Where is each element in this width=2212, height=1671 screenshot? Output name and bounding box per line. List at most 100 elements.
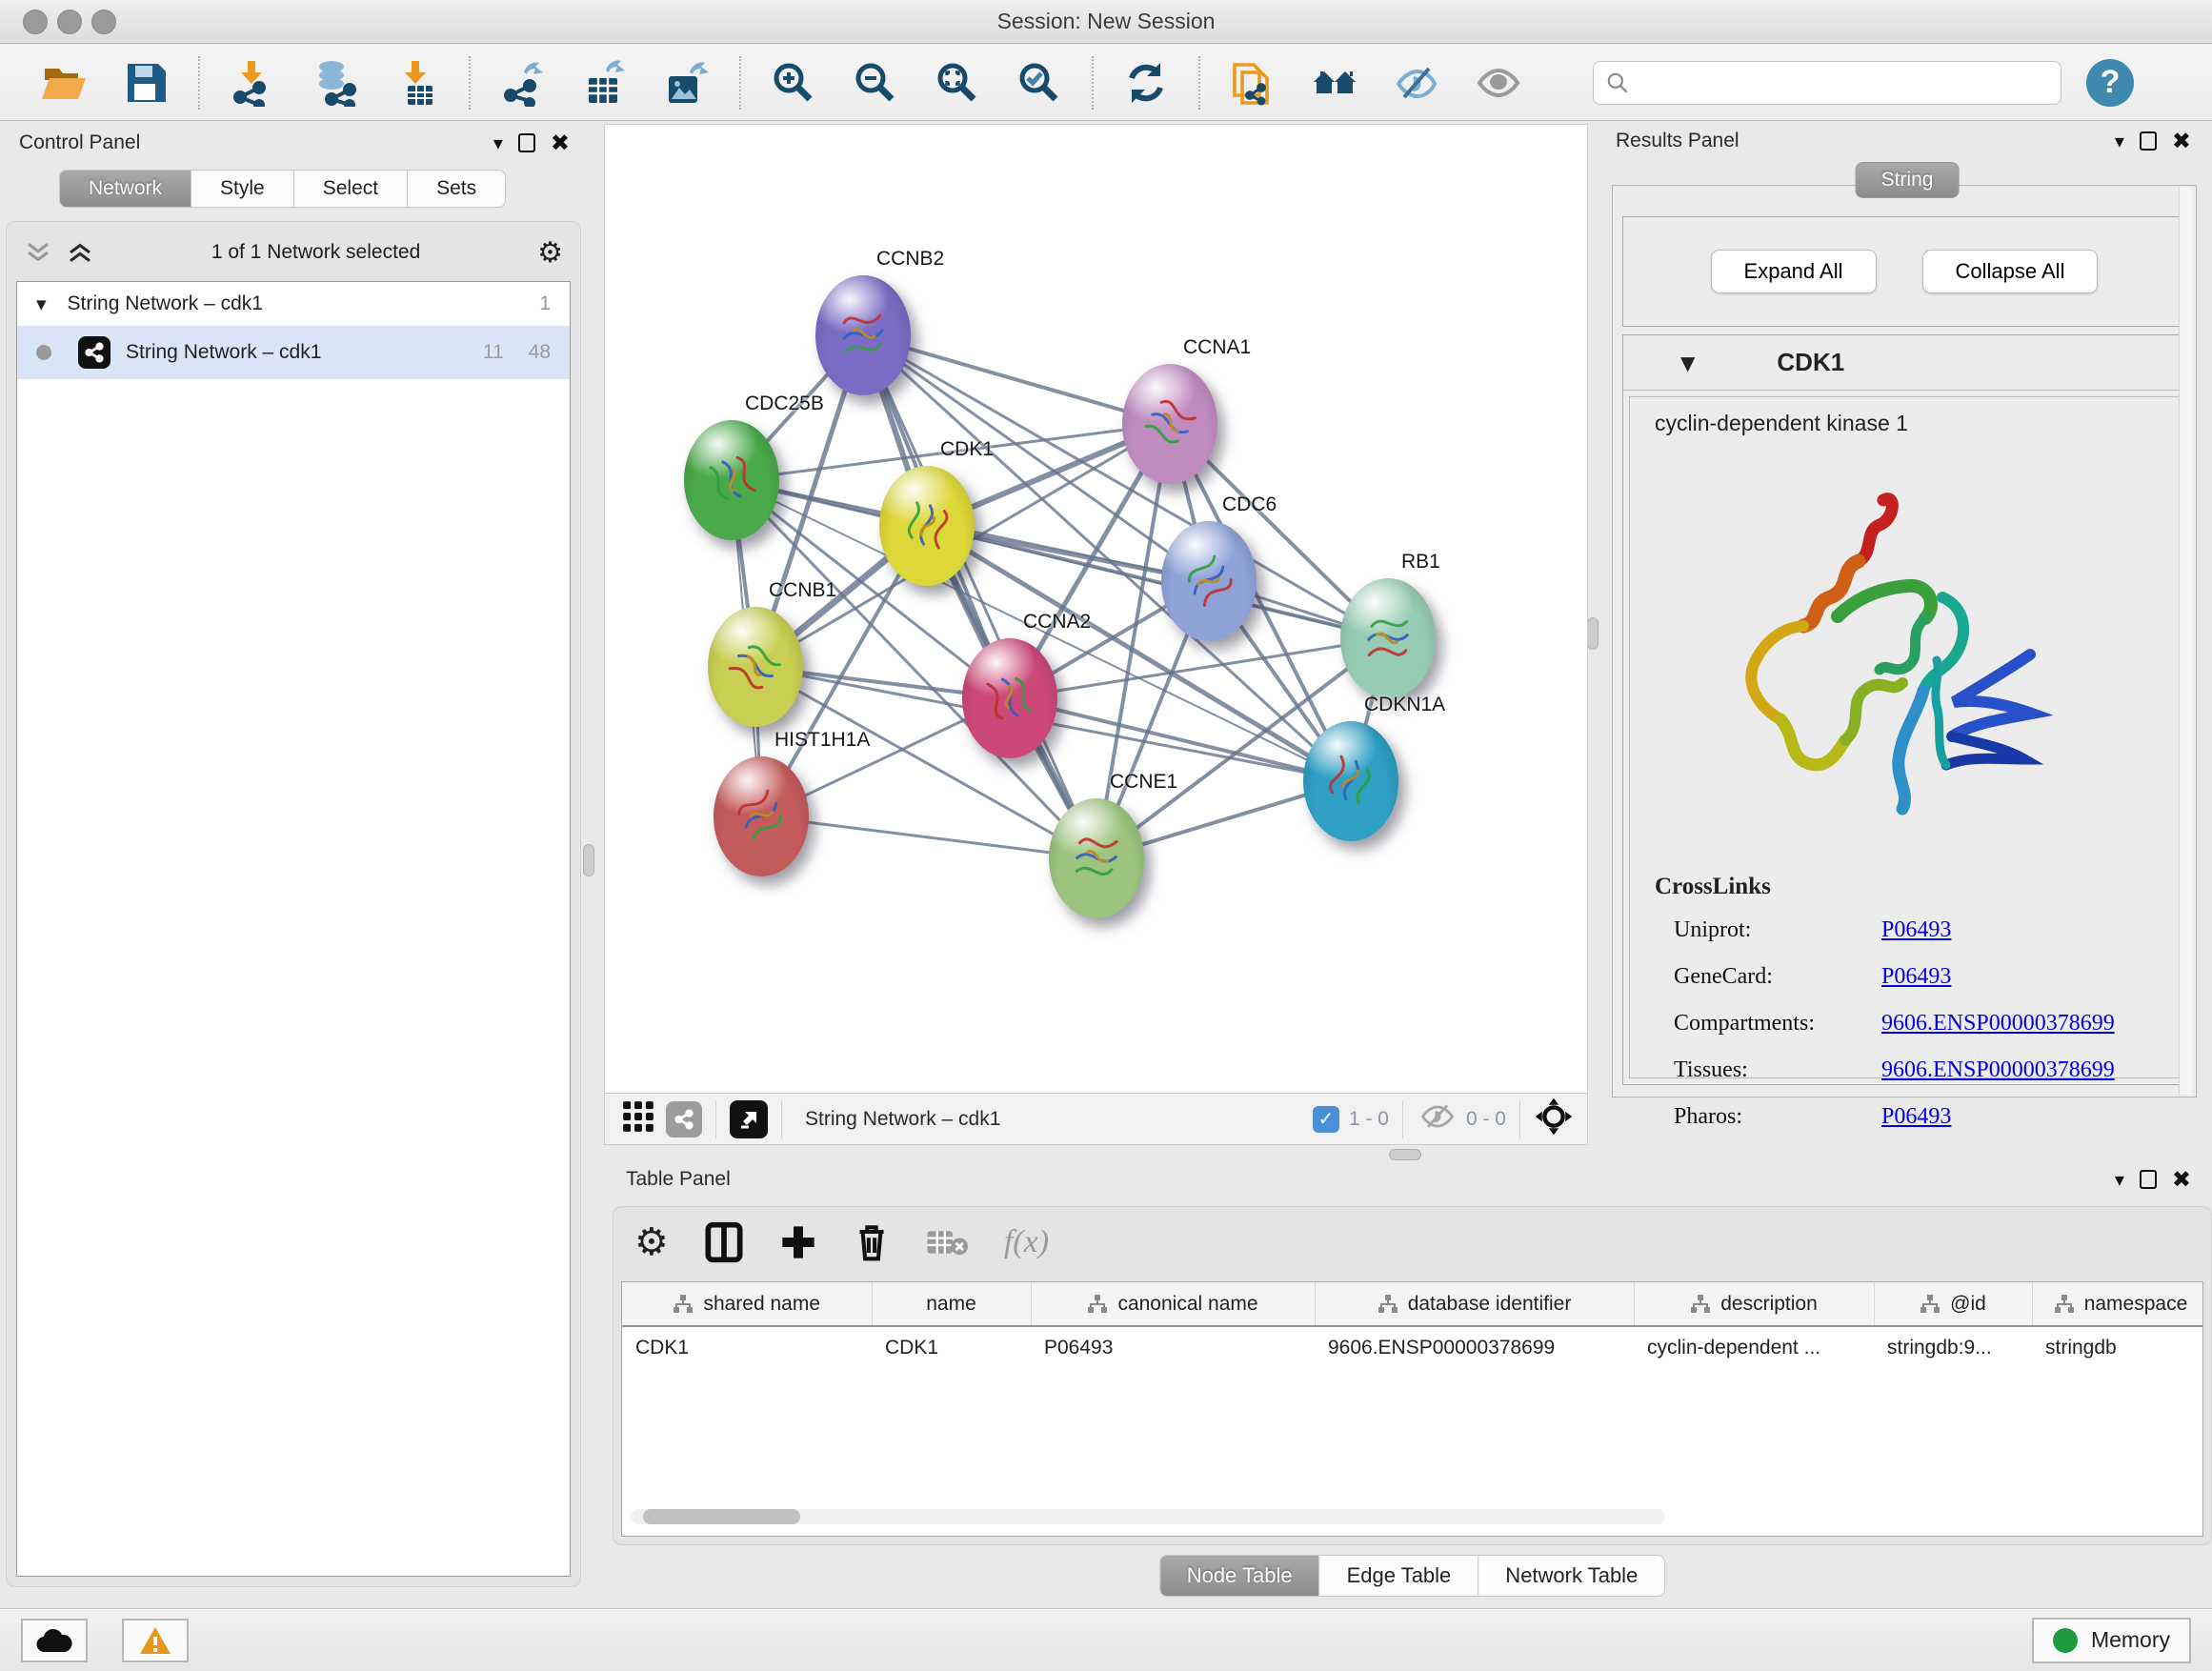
expand-all-icon[interactable] xyxy=(66,240,94,265)
hidden-eye-icon[interactable] xyxy=(1418,1100,1457,1137)
table-cell[interactable]: 9606.ENSP00000378699 xyxy=(1315,1326,1634,1368)
table-cell[interactable]: P06493 xyxy=(1031,1326,1315,1368)
crosslink-link[interactable]: 9606.ENSP00000378699 xyxy=(1881,1011,2115,1037)
zoom-fit-button[interactable] xyxy=(930,55,985,111)
open-session-button[interactable] xyxy=(36,55,91,111)
tab-select[interactable]: Select xyxy=(293,170,407,208)
column-header-canonical-name[interactable]: canonical name xyxy=(1031,1282,1315,1326)
show-columns-icon[interactable] xyxy=(705,1221,743,1263)
node-CDKN1A[interactable] xyxy=(1303,721,1398,841)
tab-sets[interactable]: Sets xyxy=(407,170,506,208)
table-cell[interactable]: CDK1 xyxy=(622,1326,872,1368)
table-cell[interactable]: stringdb xyxy=(2032,1326,2203,1368)
node-CCNB1[interactable] xyxy=(708,607,803,727)
results-panel-close-icon[interactable]: ✖ xyxy=(2172,130,2191,152)
warning-status-button[interactable] xyxy=(122,1619,189,1662)
export-network-button[interactable] xyxy=(495,55,551,111)
node-CCNA2[interactable] xyxy=(962,638,1057,758)
node-CCNB2[interactable] xyxy=(815,275,911,395)
column-header-namespace[interactable]: namespace xyxy=(2032,1282,2203,1326)
search-input[interactable] xyxy=(1639,71,2049,93)
tab-network-table[interactable]: Network Table xyxy=(1478,1555,1665,1597)
table-panel-menu-icon[interactable]: ▾ xyxy=(2115,1168,2124,1191)
tab-style[interactable]: Style xyxy=(191,170,293,208)
network-canvas[interactable]: CCNB2 CCNA1 CDC25B CDK1 xyxy=(605,125,1587,1093)
crosslink-link[interactable]: 9606.ENSP00000378699 xyxy=(1881,1057,2115,1083)
results-scrollbar[interactable] xyxy=(2179,188,2192,1095)
node-CCNE1[interactable] xyxy=(1049,798,1144,918)
table-settings-gear-icon[interactable]: ⚙ xyxy=(634,1220,669,1264)
table-horizontal-scrollbar[interactable] xyxy=(632,1509,1665,1524)
network-options-gear-icon[interactable]: ⚙ xyxy=(537,236,563,270)
gene-collapse-icon[interactable]: ▼ xyxy=(1680,352,1695,374)
network-view-share-icon[interactable] xyxy=(666,1101,702,1137)
left-splitter-handle[interactable] xyxy=(583,844,594,876)
detach-view-icon[interactable] xyxy=(730,1100,768,1138)
tab-network[interactable]: Network xyxy=(59,170,191,208)
import-network-file-button[interactable] xyxy=(225,55,280,111)
control-panel-menu-icon[interactable]: ▾ xyxy=(493,131,503,154)
node-RB1[interactable] xyxy=(1340,578,1436,698)
edge-CCNB2-CCNE1[interactable] xyxy=(863,335,1096,858)
column-header-database-identifier[interactable]: database identifier xyxy=(1315,1282,1634,1326)
birdseye-navigator-icon[interactable] xyxy=(1534,1097,1574,1141)
column-header-description[interactable]: description xyxy=(1634,1282,1874,1326)
table-cell[interactable]: cyclin-dependent ... xyxy=(1634,1326,1874,1368)
network-collection-row[interactable]: ▾ String Network – cdk1 1 xyxy=(17,282,570,326)
results-panel-menu-icon[interactable]: ▾ xyxy=(2115,130,2124,152)
tab-edge-table[interactable]: Edge Table xyxy=(1319,1555,1478,1597)
node-CCNA1[interactable] xyxy=(1122,364,1217,484)
right-splitter-handle[interactable] xyxy=(1587,617,1599,650)
function-builder-icon[interactable]: f(x) xyxy=(1004,1224,1049,1260)
collection-expand-icon[interactable]: ▾ xyxy=(36,292,47,315)
tab-node-table[interactable]: Node Table xyxy=(1159,1555,1319,1597)
tab-string[interactable]: String xyxy=(1856,162,1960,198)
zoom-out-button[interactable] xyxy=(848,55,903,111)
control-panel-close-icon[interactable]: ✖ xyxy=(551,131,570,154)
bottom-splitter-handle[interactable] xyxy=(1389,1149,1421,1160)
node-HIST1H1A[interactable] xyxy=(714,756,809,876)
memory-button[interactable]: Memory xyxy=(2032,1618,2191,1663)
node-CDC25B[interactable] xyxy=(684,420,779,540)
export-table-button[interactable] xyxy=(577,55,633,111)
crosslink-link[interactable]: P06493 xyxy=(1881,1104,1951,1130)
node-CDC6[interactable] xyxy=(1161,521,1257,641)
node-CDK1[interactable] xyxy=(879,466,975,586)
delete-column-icon[interactable] xyxy=(854,1221,890,1263)
column-header-shared-name[interactable]: shared name xyxy=(622,1282,872,1326)
table-row[interactable]: CDK1CDK1P064939606.ENSP00000378699cyclin… xyxy=(622,1326,2203,1368)
network-row-selected[interactable]: String Network – cdk1 11 48 xyxy=(17,326,570,379)
home-organisms-button[interactable] xyxy=(1307,55,1362,111)
cloud-status-button[interactable] xyxy=(21,1619,88,1662)
delete-table-icon[interactable] xyxy=(926,1225,968,1259)
selected-checkbox-icon[interactable]: ✓ xyxy=(1313,1106,1339,1133)
save-session-button[interactable] xyxy=(118,55,173,111)
crosslink-link[interactable]: P06493 xyxy=(1881,964,1951,990)
zoom-selected-button[interactable] xyxy=(1012,55,1067,111)
hide-unhide-button[interactable] xyxy=(1389,55,1444,111)
table-panel-close-icon[interactable]: ✖ xyxy=(2172,1168,2191,1191)
collapse-all-button[interactable]: Collapse All xyxy=(1922,250,2099,293)
control-panel-float-icon[interactable] xyxy=(518,133,535,152)
table-cell[interactable]: stringdb:9... xyxy=(1874,1326,2032,1368)
table-panel-float-icon[interactable] xyxy=(2140,1170,2157,1189)
edge-HIST1H1A-CCNE1[interactable] xyxy=(761,816,1096,858)
export-image-button[interactable] xyxy=(659,55,714,111)
results-panel-float-icon[interactable] xyxy=(2140,131,2157,151)
column-header-name[interactable]: name xyxy=(872,1282,1031,1326)
zoom-in-button[interactable] xyxy=(766,55,821,111)
import-network-database-button[interactable] xyxy=(307,55,362,111)
crosslink-link[interactable]: P06493 xyxy=(1881,917,1951,943)
refresh-layout-button[interactable] xyxy=(1118,55,1174,111)
expand-all-button[interactable]: Expand All xyxy=(1711,250,1877,293)
table-cell[interactable]: CDK1 xyxy=(872,1326,1031,1368)
column-header--id[interactable]: @id xyxy=(1874,1282,2032,1326)
search-box[interactable] xyxy=(1593,61,2061,105)
help-button[interactable]: ? xyxy=(2086,59,2134,107)
grid-view-icon[interactable] xyxy=(620,1098,656,1139)
show-eye-button[interactable] xyxy=(1471,55,1526,111)
add-column-icon[interactable] xyxy=(779,1221,817,1263)
import-table-button[interactable] xyxy=(389,55,444,111)
collapse-all-icon[interactable] xyxy=(24,240,52,265)
string-enrichment-button[interactable] xyxy=(1225,55,1280,111)
